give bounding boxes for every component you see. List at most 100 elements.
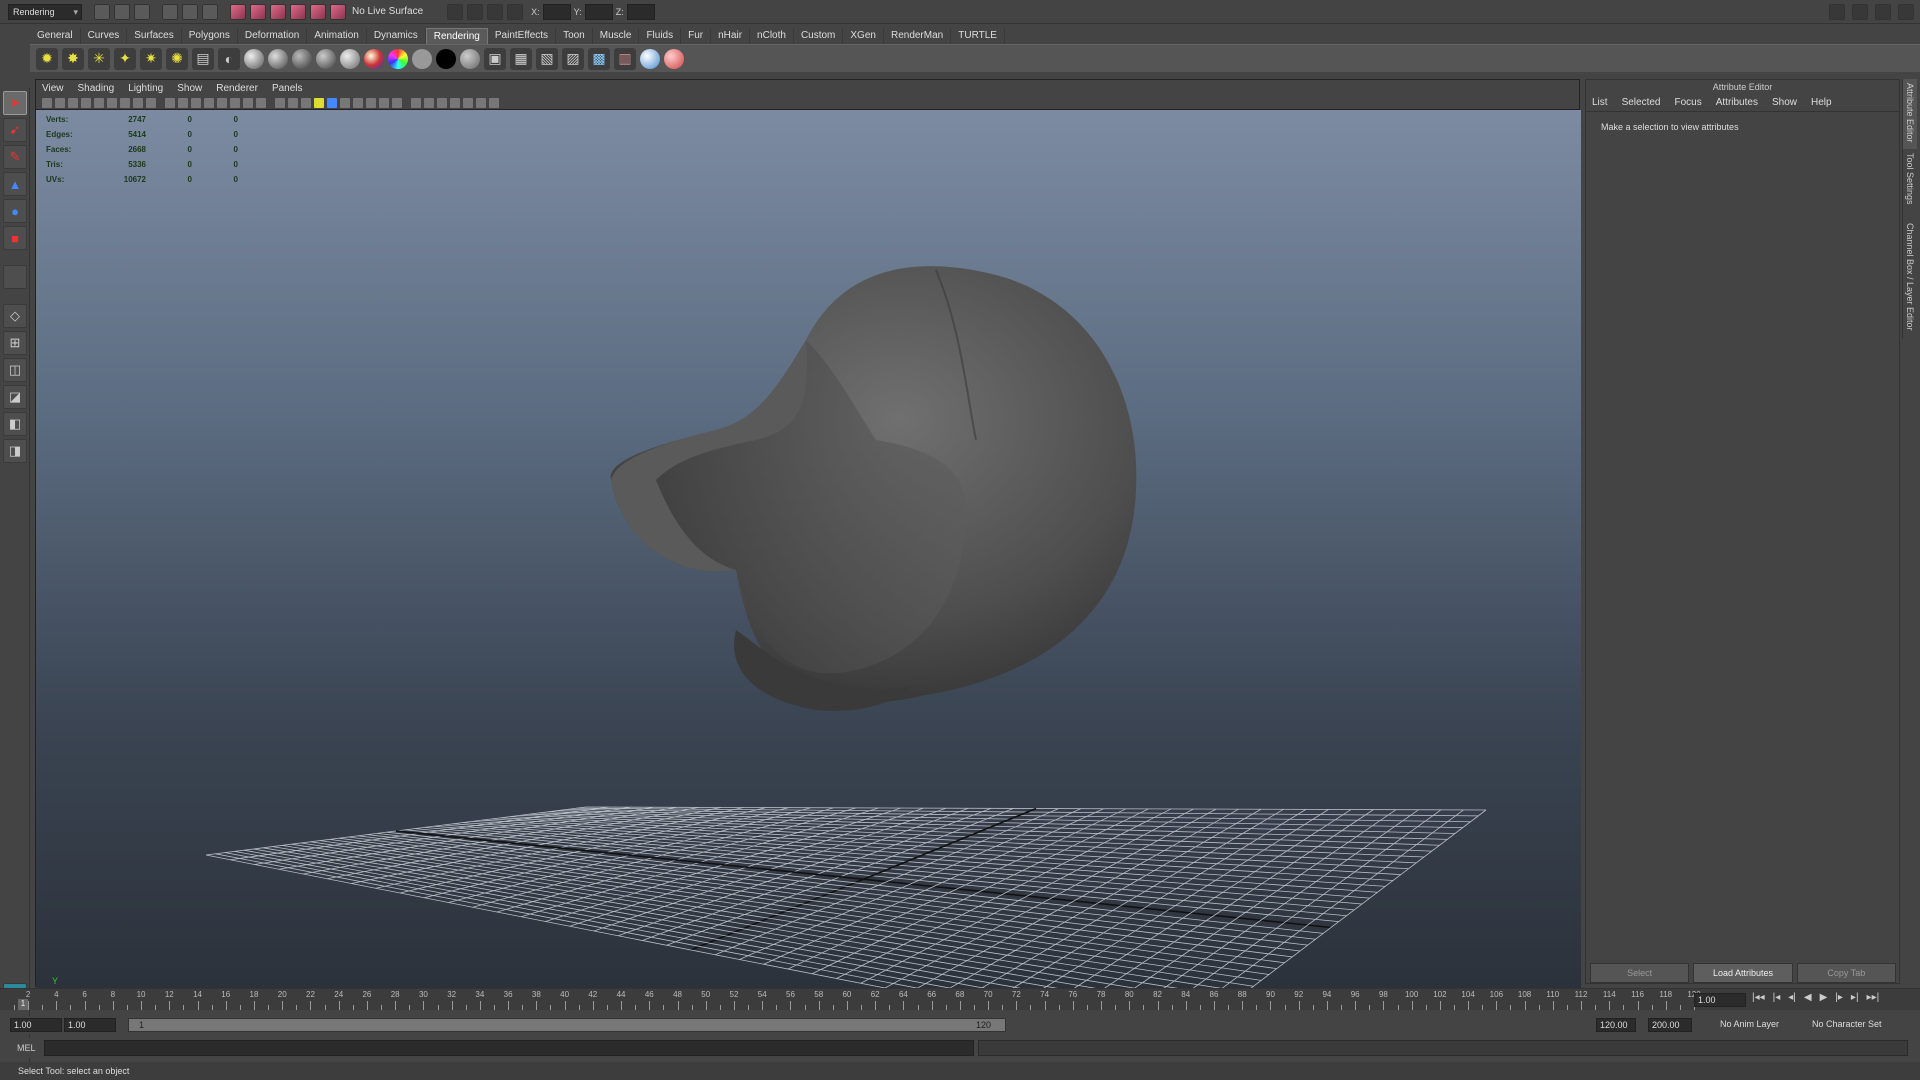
- viewport-menu-view[interactable]: View: [42, 83, 64, 94]
- select-tool-icon[interactable]: ➤: [3, 91, 27, 115]
- shelf-tab-nhair[interactable]: nHair: [711, 28, 751, 44]
- shelf-tab-painteffects[interactable]: PaintEffects: [488, 28, 557, 44]
- area-light-icon[interactable]: ✷: [140, 47, 162, 70]
- select-hierarchy-icon[interactable]: [162, 3, 178, 20]
- step-back-key-icon[interactable]: |◂: [1773, 992, 1781, 1003]
- end-time-field[interactable]: 200.00: [1648, 1018, 1692, 1032]
- render-view-shelf-icon[interactable]: ▣: [484, 47, 506, 70]
- go-to-start-icon[interactable]: |◂◂: [1752, 992, 1765, 1003]
- shelf-tab-fur[interactable]: Fur: [681, 28, 712, 44]
- toggle-layer-editor-icon[interactable]: [1898, 3, 1914, 20]
- select-button[interactable]: Select: [1590, 963, 1690, 983]
- make-live-icon[interactable]: [330, 3, 346, 20]
- ambient-light-icon[interactable]: ✹: [36, 47, 58, 70]
- viewport-tool-icon[interactable]: [288, 97, 298, 108]
- viewport-menu-show[interactable]: Show: [177, 83, 202, 94]
- viewport-tool-icon[interactable]: [191, 97, 201, 108]
- viewport-tool-icon[interactable]: [230, 97, 240, 108]
- viewport-tool-icon[interactable]: [55, 97, 65, 108]
- step-forward-frame-icon[interactable]: |▸: [1835, 992, 1843, 1003]
- viewport-tool-icon[interactable]: [437, 97, 447, 108]
- y-field[interactable]: [584, 3, 613, 20]
- phong-material-icon[interactable]: [316, 48, 336, 69]
- shelf-tab-custom[interactable]: Custom: [794, 28, 844, 44]
- ae-menu-show[interactable]: Show: [1772, 97, 1797, 108]
- toggle-attribute-editor-icon[interactable]: [1829, 3, 1845, 20]
- lambert-material-icon[interactable]: [292, 48, 312, 69]
- snap-grid-icon[interactable]: [230, 3, 246, 20]
- shelf-tab-animation[interactable]: Animation: [307, 28, 367, 44]
- viewport-tool-icon[interactable]: [133, 97, 143, 108]
- viewport-menu-shading[interactable]: Shading: [78, 83, 115, 94]
- four-view-layout-icon[interactable]: ⊞: [3, 331, 27, 355]
- lasso-tool-icon[interactable]: ➹: [3, 118, 27, 142]
- shading-map-icon[interactable]: [412, 48, 432, 69]
- open-scene-icon[interactable]: [114, 3, 130, 20]
- viewport-tool-icon[interactable]: [146, 97, 156, 108]
- tab-tool-settings[interactable]: Tool Settings: [1902, 149, 1917, 219]
- viewport-menu-lighting[interactable]: Lighting: [128, 83, 163, 94]
- start-time-field[interactable]: 1.00: [10, 1018, 62, 1032]
- viewport-tool-icon[interactable]: [256, 97, 266, 108]
- viewport-menu-panels[interactable]: Panels: [272, 83, 303, 94]
- shelf-tab-surfaces[interactable]: Surfaces: [127, 28, 182, 44]
- snap-curve-icon[interactable]: [250, 3, 266, 20]
- viewport-tool-icon[interactable]: [217, 97, 227, 108]
- viewport-tool-icon[interactable]: [424, 97, 434, 108]
- mel-input[interactable]: [44, 1040, 974, 1056]
- shelf-tab-renderman[interactable]: RenderMan: [884, 28, 952, 44]
- move-tool-icon[interactable]: ▲: [3, 172, 27, 196]
- render-current-icon[interactable]: [467, 3, 484, 20]
- step-forward-key-icon[interactable]: ▸|: [1851, 992, 1859, 1003]
- blinn-material-icon[interactable]: [268, 48, 288, 69]
- volume-light-icon[interactable]: ✺: [166, 47, 188, 70]
- toggle-channel-box-icon[interactable]: [1875, 3, 1891, 20]
- single-perspective-layout-icon[interactable]: ◇: [3, 304, 27, 328]
- shelf-tab-deformation[interactable]: Deformation: [238, 28, 308, 44]
- viewport-tool-icon[interactable]: [476, 97, 486, 108]
- playback-end-field[interactable]: 120.00: [1596, 1018, 1636, 1032]
- save-scene-icon[interactable]: [134, 3, 150, 20]
- mel-tag[interactable]: MEL: [17, 1043, 36, 1053]
- time-slider[interactable]: 2 4 6 8 10 12 14 16 18 20 22 24 26 28 30 32 34 36 38 40 42 44…: [0, 988, 1920, 1010]
- viewport-tool-icon[interactable]: [379, 97, 389, 108]
- viewport-tool-icon[interactable]: [178, 97, 188, 108]
- viewport-tool-icon[interactable]: [301, 97, 311, 108]
- tab-attribute-editor[interactable]: Attribute Editor: [1902, 79, 1917, 149]
- anisotropic-material-icon[interactable]: [244, 48, 264, 69]
- ae-menu-help[interactable]: Help: [1811, 97, 1832, 108]
- viewport-tool-icon[interactable]: [392, 97, 402, 108]
- go-to-end-icon[interactable]: ▸▸|: [1867, 992, 1880, 1003]
- shelf-tab-toon[interactable]: Toon: [556, 28, 593, 44]
- viewport-tool-icon[interactable]: [68, 97, 78, 108]
- render-globals-icon[interactable]: ▩: [588, 47, 610, 70]
- head-mesh[interactable]: [610, 266, 1137, 711]
- ae-menu-focus[interactable]: Focus: [1674, 97, 1701, 108]
- x-field[interactable]: [542, 3, 571, 20]
- paint-select-tool-icon[interactable]: ✎: [3, 145, 27, 169]
- ae-menu-attributes[interactable]: Attributes: [1716, 97, 1758, 108]
- step-back-frame-icon[interactable]: ◂|: [1788, 992, 1796, 1003]
- shelf-tab-polygons[interactable]: Polygons: [182, 28, 238, 44]
- viewport-tool-icon[interactable]: [327, 97, 337, 108]
- shelf-tab-ncloth[interactable]: nCloth: [750, 28, 794, 44]
- outliner-persp-layout-icon[interactable]: ◨: [3, 439, 27, 463]
- character-set-dropdown[interactable]: No Character Set: [1812, 1019, 1882, 1029]
- shelf-tab-rendering[interactable]: Rendering: [425, 28, 488, 44]
- ae-menu-selected[interactable]: Selected: [1622, 97, 1661, 108]
- viewport-tool-icon[interactable]: [107, 97, 117, 108]
- spot-light-icon[interactable]: ✦: [114, 47, 136, 70]
- toggle-tool-settings-icon[interactable]: [1852, 3, 1868, 20]
- viewport-tool-icon[interactable]: [314, 97, 324, 108]
- render-view-icon[interactable]: [447, 3, 464, 20]
- playback-start-field[interactable]: 1.00: [64, 1018, 116, 1032]
- viewport-tool-icon[interactable]: [81, 97, 91, 108]
- z-field[interactable]: [626, 3, 655, 20]
- use-background-icon[interactable]: [460, 48, 480, 69]
- paint-effects-icon[interactable]: [640, 48, 660, 69]
- rotate-tool-icon[interactable]: ●: [3, 199, 27, 223]
- viewport-tool-icon[interactable]: [42, 97, 52, 108]
- shelf-tab-general[interactable]: General: [30, 28, 81, 44]
- viewport-tool-icon[interactable]: [463, 97, 473, 108]
- last-tool-icon[interactable]: [3, 265, 27, 289]
